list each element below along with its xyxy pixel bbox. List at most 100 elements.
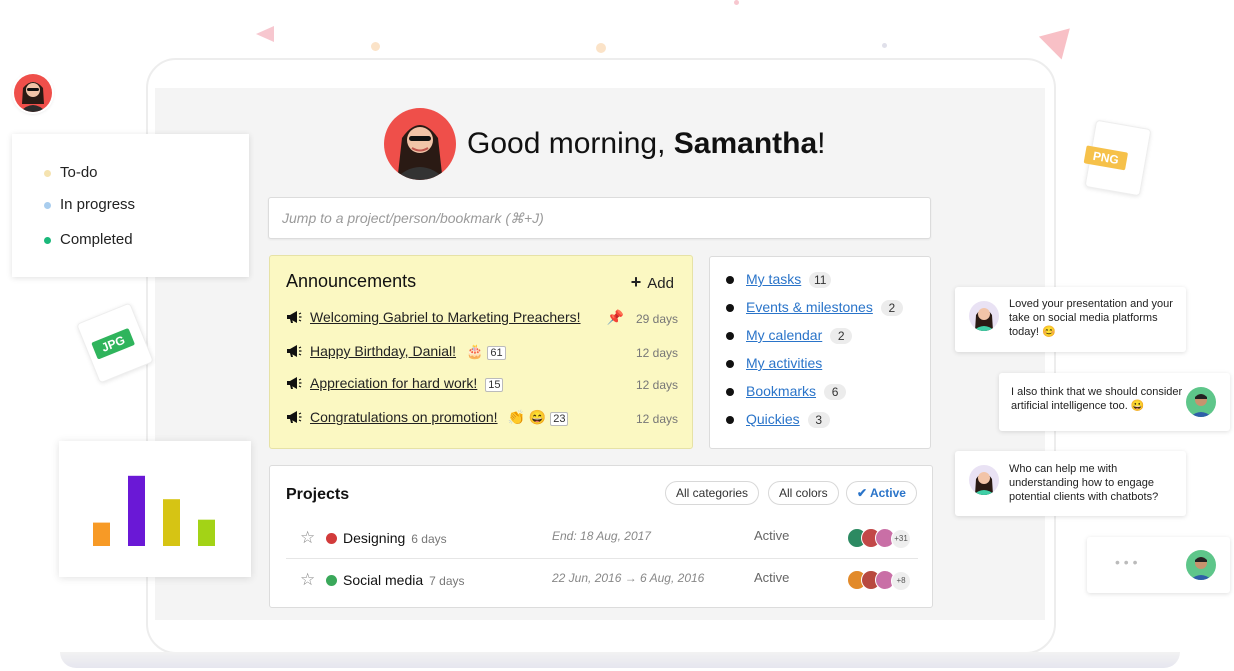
announcement-link[interactable]: Happy Birthday, Danial!	[310, 343, 456, 359]
greeting-prefix: Good morning,	[467, 127, 674, 160]
reaction-count: 61	[487, 346, 506, 360]
table-row[interactable]: ☆ Designing 6 days End: 18 Aug, 2017 Acti…	[286, 518, 918, 558]
project-days: 7 days	[429, 574, 465, 588]
chart-bar-4	[198, 519, 215, 546]
project-name: Designing	[343, 530, 406, 546]
chat-message: Loved your presentation and your take on…	[1009, 298, 1173, 338]
chat-message: I also think that we should consider art…	[1011, 386, 1183, 412]
filter-all-categories[interactable]: All categories	[665, 481, 760, 505]
announcement-link[interactable]: Congratulations on promotion!	[310, 409, 498, 425]
greeting-name: Samantha	[673, 127, 818, 160]
reaction-count: 15	[485, 378, 504, 392]
star-icon[interactable]: ☆	[300, 528, 315, 548]
check-icon: ✔	[857, 486, 868, 500]
greeting-suffix: !	[817, 127, 826, 160]
project-name-cell: Social media 7 days	[343, 572, 465, 588]
count-badge: 6	[824, 384, 847, 400]
quick-link-label[interactable]: My calendar	[746, 327, 822, 343]
jump-search-box	[268, 197, 931, 239]
filter-all-colors[interactable]: All colors	[768, 481, 839, 505]
more-members-count: +31	[891, 529, 911, 549]
projects-title: Projects	[286, 486, 350, 503]
chat-avatar	[1186, 387, 1216, 417]
chat-typing-bubble: • • •	[1087, 537, 1230, 593]
table-row[interactable]: ☆ Social media 7 days 22 Jun, 2016 → 6 Au…	[286, 560, 918, 600]
quick-link-label[interactable]: My activities	[746, 355, 822, 371]
add-label: Add	[647, 275, 674, 292]
jpg-tag: JPG	[91, 327, 136, 360]
chat-bubble: Loved your presentation and your take on…	[955, 287, 1186, 352]
confetti-dot	[596, 43, 606, 53]
cake-emoji[interactable]: 🎂	[466, 343, 483, 359]
quick-link-quickies: Quickies 3	[726, 411, 830, 428]
more-members-count: +8	[891, 571, 911, 591]
projects-card: Projects All categories All colors ✔ Act…	[269, 465, 933, 608]
legend-label: In progress	[60, 196, 136, 213]
project-days: 6 days	[411, 532, 447, 546]
legend-label: To-do	[60, 164, 98, 181]
confetti-triangle	[1038, 28, 1078, 64]
add-announcement-button[interactable]: + Add	[631, 272, 674, 293]
count-badge: 2	[880, 300, 903, 316]
legend-item-todo: To-do	[44, 164, 98, 181]
megaphone-icon	[286, 376, 304, 393]
announcement-item: Welcoming Gabriel to Marketing Preachers…	[286, 309, 678, 331]
announcement-link[interactable]: Welcoming Gabriel to Marketing Preachers…	[310, 309, 581, 325]
member-avatars[interactable]: +31	[847, 528, 911, 549]
filter-active-label: Active	[869, 486, 906, 500]
quick-link-label[interactable]: Bookmarks	[746, 383, 816, 399]
row-divider	[286, 558, 918, 559]
bar-chart-card	[59, 441, 251, 577]
project-status: Active	[754, 528, 790, 543]
announcement-item: Appreciation for hard work! 15 12 days	[286, 375, 678, 397]
chat-bubble: Who can help me with understanding how t…	[955, 451, 1186, 516]
announcement-days: 12 days	[635, 378, 678, 392]
announcements-card: Announcements + Add Welcoming Gabriel to …	[269, 255, 693, 449]
chart-bar-1	[93, 522, 110, 546]
typing-indicator: • • •	[1115, 554, 1138, 570]
announcement-item: Congratulations on promotion! 👏 😄 23 12 d…	[286, 409, 678, 431]
count-badge: 11	[809, 272, 832, 288]
chat-message: Who can help me with understanding how t…	[1009, 463, 1159, 503]
plus-icon: +	[630, 272, 642, 292]
clap-smile-emoji[interactable]: 👏 😄	[507, 409, 546, 425]
floating-avatar	[14, 74, 52, 112]
chart-bar-2	[128, 475, 145, 546]
quick-link-label[interactable]: Quickies	[746, 411, 800, 427]
megaphone-icon	[286, 344, 304, 361]
count-badge: 3	[807, 412, 830, 428]
star-icon[interactable]: ☆	[300, 570, 315, 590]
project-status: Active	[754, 570, 790, 585]
quick-link-label[interactable]: My tasks	[746, 271, 801, 287]
megaphone-icon	[286, 410, 304, 427]
quick-link-events: Events & milestones 2	[726, 299, 903, 316]
png-tag: PNG	[1083, 145, 1129, 171]
project-color-dot	[326, 575, 337, 586]
status-legend-card: To-do In progress Completed	[12, 134, 249, 277]
count-badge: 2	[830, 328, 853, 344]
chat-avatar	[1186, 550, 1216, 580]
quick-link-my-tasks: My tasks 11	[726, 271, 832, 288]
project-color-dot	[326, 533, 337, 544]
png-file-icon: PNG	[1083, 119, 1152, 197]
member-avatars[interactable]: +8	[847, 570, 911, 591]
jump-search-input[interactable]	[269, 198, 930, 238]
announcement-link[interactable]: Appreciation for hard work!	[310, 375, 477, 391]
greeting-heading: Good morning, Samantha!	[467, 127, 826, 161]
project-name-cell: Designing 6 days	[343, 530, 447, 546]
filter-active[interactable]: ✔ Active	[846, 481, 917, 505]
announcements-title: Announcements	[286, 271, 417, 291]
legend-item-completed: Completed	[44, 231, 133, 248]
bar-chart	[93, 475, 215, 546]
project-date: End: 18 Aug, 2017	[552, 529, 651, 543]
legend-label: Completed	[60, 231, 133, 248]
jpg-file-icon: JPG	[76, 302, 154, 384]
quick-link-label[interactable]: Events & milestones	[746, 299, 873, 315]
announcement-days: 12 days	[635, 412, 678, 426]
user-avatar[interactable]	[384, 108, 456, 180]
confetti-dot	[734, 0, 739, 5]
chat-avatar	[969, 301, 999, 331]
project-date: 22 Jun, 2016 → 6 Aug, 2016	[552, 571, 705, 585]
pin-icon[interactable]: 📌	[607, 309, 624, 326]
announcement-days: 29 days	[635, 312, 678, 326]
